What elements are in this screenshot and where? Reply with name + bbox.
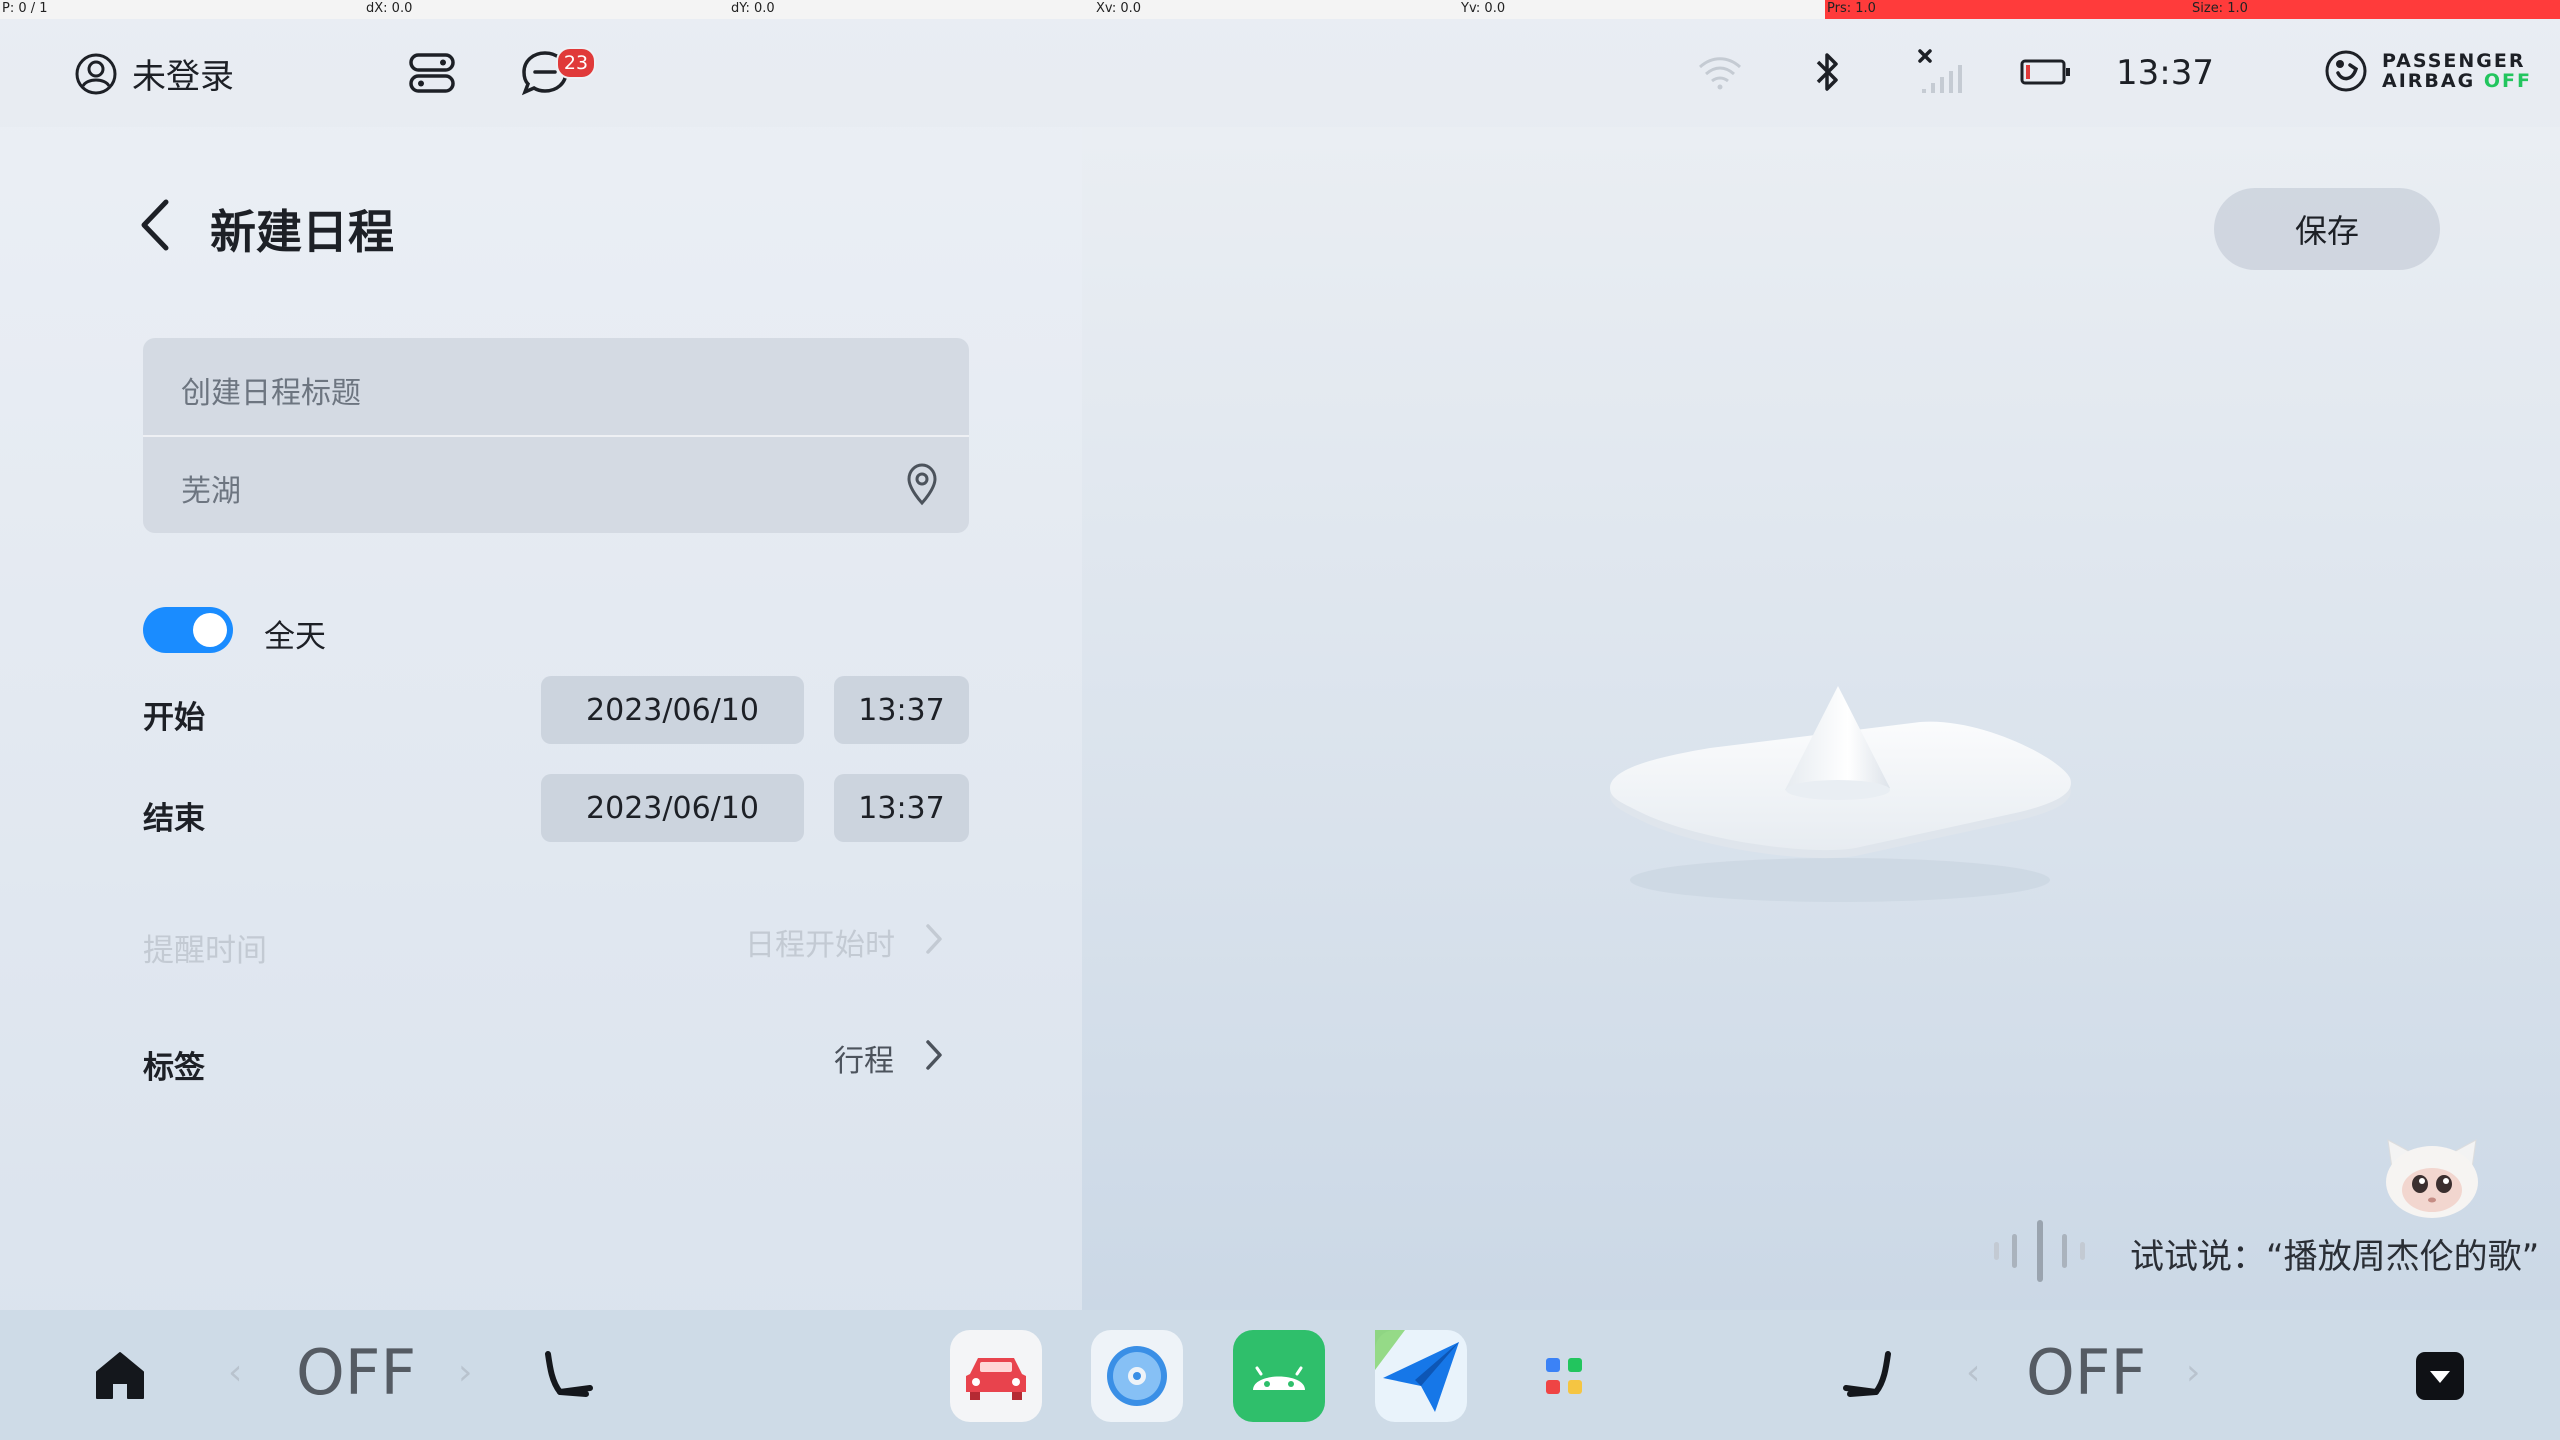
save-button[interactable]: 保存: [2214, 188, 2440, 270]
assistant-hint: 试试说：“播放周杰伦的歌”: [2130, 1237, 2540, 1277]
user-login-button[interactable]: 未登录: [74, 49, 234, 98]
all-day-label: 全天: [264, 619, 326, 655]
passenger-seat-icon[interactable]: [1840, 1348, 1896, 1404]
schedule-title-input[interactable]: 创建日程标题: [181, 368, 361, 412]
assistant-cat-icon: [2386, 1139, 2478, 1218]
app-navigation[interactable]: [1375, 1330, 1467, 1422]
assistant-avatar[interactable]: [2378, 1138, 2486, 1220]
left-climate-value: OFF: [296, 1336, 417, 1409]
left-climate-increase[interactable]: ›: [458, 1352, 472, 1393]
right-climate-value: OFF: [2026, 1336, 2147, 1409]
notification-badge: 23: [556, 47, 596, 79]
app-launcher[interactable]: [1518, 1330, 1610, 1422]
collapse-panel-icon[interactable]: [2414, 1350, 2466, 1402]
status-bar: 未登录 23 13:37 PASSENGER AIRBAG OFF: [0, 19, 2560, 127]
reminder-label: 提醒时间: [143, 933, 267, 969]
debug-xv: Xv: 0.0: [1096, 1, 1142, 16]
app-car[interactable]: [950, 1330, 1042, 1422]
tag-chevron-icon[interactable]: [924, 1038, 944, 1072]
location-pin-icon[interactable]: [905, 462, 939, 506]
all-day-toggle[interactable]: [143, 607, 233, 653]
driver-seat-icon[interactable]: [540, 1348, 596, 1404]
location-input[interactable]: 芜湖: [181, 466, 241, 510]
start-label: 开始: [143, 700, 205, 736]
airbag-line2: AIRBAG: [2382, 70, 2476, 92]
user-icon: [75, 53, 117, 94]
end-time-field[interactable]: 13:37: [834, 774, 969, 842]
tag-label: 标签: [143, 1050, 205, 1086]
control-center-icon[interactable]: [408, 52, 456, 94]
car-icon: [966, 1358, 1026, 1400]
airbag-line1: PASSENGER: [2382, 50, 2526, 72]
no-signal-icon: [1918, 49, 1962, 93]
app-music[interactable]: [1091, 1330, 1183, 1422]
airbag-state: OFF: [2483, 70, 2532, 92]
apps-grid-icon: [1546, 1358, 1582, 1394]
status-time: 13:37: [2116, 53, 2214, 93]
debug-overlay-bar: P: 0 / 1 dX: 0.0 dY: 0.0 Xv: 0.0 Yv: 0.0…: [0, 0, 2560, 19]
tag-value[interactable]: 行程: [834, 1036, 894, 1080]
end-label: 结束: [143, 801, 205, 837]
app-android[interactable]: [1233, 1330, 1325, 1422]
right-climate-increase[interactable]: ›: [2186, 1352, 2200, 1393]
bluetooth-icon: [1816, 53, 1838, 91]
title-location-card: 创建日程标题 芜湖: [143, 338, 969, 533]
debug-pointer: P: 0 / 1: [2, 1, 48, 16]
android-icon: [1253, 1366, 1305, 1390]
disc-icon: [1107, 1346, 1167, 1406]
paper-plane-icon: [1375, 1330, 1459, 1412]
airbag-indicator: PASSENGER AIRBAG OFF: [2324, 49, 2532, 93]
card-divider: [143, 435, 969, 437]
left-climate-decrease[interactable]: ‹: [228, 1352, 242, 1393]
voice-wave-icon: [1994, 1220, 2085, 1282]
reminder-chevron-icon: [926, 924, 942, 954]
debug-size-bar: Size: 1.0: [2190, 0, 2560, 19]
debug-size: Size: 1.0: [2192, 1, 2248, 16]
schedule-illustration: [1610, 686, 2071, 902]
debug-prs: Prs: 1.0: [1827, 1, 1876, 16]
toggle-knob: [193, 613, 227, 647]
debug-pressure-bar: Prs: 1.0: [1825, 0, 2190, 19]
airbag-icon: [2325, 50, 2367, 92]
user-label: 未登录: [132, 57, 234, 97]
wifi-icon: [1698, 57, 1742, 90]
debug-dy: dY: 0.0: [731, 1, 775, 16]
back-arrow-icon[interactable]: [138, 198, 172, 252]
end-date-field[interactable]: 2023/06/10: [541, 774, 804, 842]
right-climate-decrease[interactable]: ‹: [1966, 1352, 1980, 1393]
debug-dx: dX: 0.0: [366, 1, 413, 16]
battery-icon: [2020, 59, 2070, 85]
debug-yv: Yv: 0.0: [1461, 1, 1506, 16]
start-date-field[interactable]: 2023/06/10: [541, 676, 804, 744]
home-icon[interactable]: [94, 1350, 146, 1402]
start-time-field[interactable]: 13:37: [834, 676, 969, 744]
reminder-value[interactable]: 日程开始时: [745, 920, 895, 964]
messages-button[interactable]: 23: [520, 47, 596, 99]
page-title: 新建日程: [210, 205, 394, 259]
